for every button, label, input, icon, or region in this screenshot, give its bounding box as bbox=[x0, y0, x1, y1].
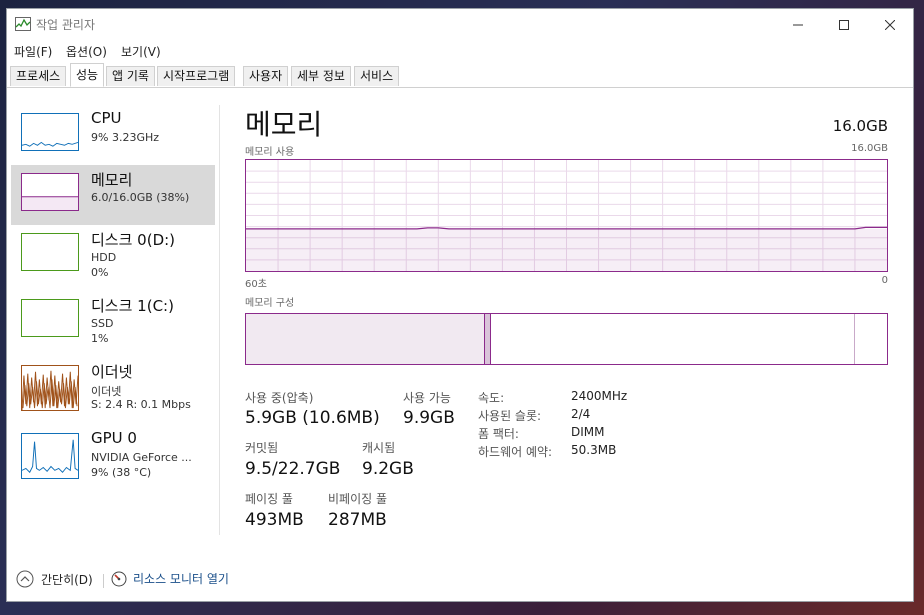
sidebar-gpu-usage: 9% (38 °C) bbox=[91, 466, 152, 479]
sidebar-item-ethernet[interactable]: 이더넷 이더넷 S: 2.4 R: 0.1 Mbps bbox=[11, 357, 215, 417]
memory-usage-max: 16.0GB bbox=[851, 143, 888, 154]
sidebar-disk0-type: HDD bbox=[91, 251, 117, 264]
available-label: 사용 가능 bbox=[403, 391, 451, 405]
sidebar-gpu-model: NVIDIA GeForce ... bbox=[91, 451, 192, 464]
sidebar-disk1-usage: 1% bbox=[91, 332, 109, 345]
maximize-button[interactable] bbox=[821, 9, 867, 41]
tab-processes[interactable]: 프로세스 bbox=[10, 66, 67, 86]
disk1-thumbnail-graph bbox=[21, 299, 79, 337]
footer-separator bbox=[103, 574, 104, 588]
sidebar-ethernet-adapter: 이더넷 bbox=[91, 385, 122, 398]
close-button[interactable] bbox=[867, 9, 913, 41]
window-title: 작업 관리자 bbox=[36, 18, 96, 32]
nonpaged-pool-value: 287MB bbox=[328, 510, 387, 530]
available-value: 9.9GB bbox=[403, 408, 455, 428]
nonpaged-pool-label: 비페이징 풀 bbox=[328, 492, 388, 506]
tab-startup[interactable]: 시작프로그램 bbox=[157, 66, 236, 86]
tab-details[interactable]: 세부 정보 bbox=[291, 66, 351, 86]
menu-bar: 파일(F) 옵션(O) 보기(V) bbox=[7, 41, 913, 61]
sidebar-disk0-usage: 0% bbox=[91, 266, 109, 279]
sidebar-item-disk0[interactable]: 디스크 0(D:) HDD 0% bbox=[11, 225, 215, 285]
cpu-thumbnail-graph bbox=[21, 113, 79, 151]
memory-thumbnail-graph bbox=[21, 173, 79, 211]
sidebar-gpu-title: GPU 0 bbox=[91, 429, 137, 447]
slots-label: 사용된 슬롯: bbox=[478, 409, 542, 423]
ethernet-thumbnail-graph bbox=[21, 365, 79, 411]
memory-composition-label: 메모리 구성 bbox=[245, 298, 295, 309]
in-use-label: 사용 중(압축) bbox=[245, 391, 314, 405]
in-use-value: 5.9GB (10.6MB) bbox=[245, 408, 380, 428]
memory-usage-graph bbox=[245, 159, 888, 272]
composition-divider-modified bbox=[490, 314, 491, 364]
gpu-thumbnail-graph bbox=[21, 433, 79, 479]
speed-value: 2400MHz bbox=[571, 389, 628, 403]
hardware-reserved-value: 50.3MB bbox=[571, 443, 617, 457]
menu-view[interactable]: 보기(V) bbox=[121, 43, 161, 60]
menu-file[interactable]: 파일(F) bbox=[14, 43, 52, 60]
committed-label: 커밋됨 bbox=[245, 441, 279, 455]
memory-usage-label: 메모리 사용 bbox=[245, 147, 295, 158]
collapse-label: 간단히(D) bbox=[41, 572, 93, 587]
paged-pool-value: 493MB bbox=[245, 510, 304, 530]
sidebar-item-memory[interactable]: 메모리 6.0/16.0GB (38%) bbox=[11, 165, 215, 225]
cached-label: 캐시됨 bbox=[362, 441, 396, 455]
menu-options[interactable]: 옵션(O) bbox=[66, 43, 107, 60]
task-manager-window: 작업 관리자 파일(F) 옵션(O) 보기(V) 프로세스 성능 앱 기록 시작… bbox=[6, 8, 914, 602]
maximize-icon bbox=[839, 20, 849, 30]
task-manager-app-icon bbox=[15, 17, 31, 31]
sidebar-disk1-title: 디스크 1(C:) bbox=[91, 297, 174, 315]
open-resource-monitor-link[interactable]: 리소스 모니터 열기 bbox=[111, 570, 229, 587]
sidebar-memory-detail: 6.0/16.0GB (38%) bbox=[91, 191, 190, 204]
memory-total: 16.0GB bbox=[832, 117, 888, 135]
sidebar-memory-title: 메모리 bbox=[91, 171, 133, 189]
tab-performance[interactable]: 성능 bbox=[70, 63, 105, 87]
sidebar-item-disk1[interactable]: 디스크 1(C:) SSD 1% bbox=[11, 291, 215, 351]
paged-pool-label: 페이징 풀 bbox=[245, 492, 293, 506]
composition-in-use bbox=[246, 314, 484, 364]
collapse-button[interactable]: 간단히(D) bbox=[16, 570, 93, 588]
tab-services[interactable]: 서비스 bbox=[354, 66, 400, 86]
sidebar-item-cpu[interactable]: CPU 9% 3.23GHz bbox=[11, 105, 215, 165]
sidebar-ethernet-title: 이더넷 bbox=[91, 363, 133, 381]
memory-composition-bar bbox=[245, 313, 888, 365]
tab-users[interactable]: 사용자 bbox=[243, 66, 289, 86]
speed-label: 속도: bbox=[478, 391, 505, 405]
sidebar-disk1-type: SSD bbox=[91, 317, 114, 330]
sidebar-cpu-title: CPU bbox=[91, 109, 122, 127]
graph-time-end: 0 bbox=[881, 275, 888, 286]
usage-area bbox=[246, 228, 887, 271]
sidebar-item-gpu[interactable]: GPU 0 NVIDIA GeForce ... 9% (38 °C) bbox=[11, 425, 215, 485]
committed-value: 9.5/22.7GB bbox=[245, 459, 341, 479]
minimize-button[interactable] bbox=[775, 9, 821, 41]
sidebar-disk0-title: 디스크 0(D:) bbox=[91, 231, 176, 249]
disk0-thumbnail-graph bbox=[21, 233, 79, 271]
resource-monitor-icon bbox=[111, 571, 127, 586]
resource-monitor-label: 리소스 모니터 열기 bbox=[133, 572, 229, 586]
footer-bar: 간단히(D) 리소스 모니터 열기 bbox=[7, 561, 913, 601]
slots-value: 2/4 bbox=[571, 407, 591, 421]
graph-time-start: 60초 bbox=[245, 279, 267, 290]
page-title: 메모리 bbox=[245, 108, 323, 141]
pane-divider bbox=[219, 105, 220, 535]
sidebar-cpu-detail: 9% 3.23GHz bbox=[91, 131, 160, 144]
chevron-up-icon bbox=[16, 570, 34, 588]
tab-app-history[interactable]: 앱 기록 bbox=[106, 66, 155, 86]
form-factor-value: DIMM bbox=[571, 425, 605, 439]
hardware-reserved-label: 하드웨어 예약: bbox=[478, 445, 553, 459]
resource-sidebar: CPU 9% 3.23GHz 메모리 6.0/16.0GB (38%) 디스크 … bbox=[7, 95, 219, 550]
minimize-icon bbox=[793, 24, 803, 26]
title-bar: 작업 관리자 bbox=[7, 9, 913, 41]
form-factor-label: 폼 팩터: bbox=[478, 427, 519, 441]
sidebar-ethernet-throughput: S: 2.4 R: 0.1 Mbps bbox=[91, 398, 191, 411]
close-icon bbox=[885, 20, 895, 30]
cached-value: 9.2GB bbox=[362, 459, 414, 479]
tab-bar: 프로세스 성능 앱 기록 시작프로그램 사용자 세부 정보 서비스 bbox=[7, 63, 913, 88]
composition-divider-standby bbox=[854, 314, 855, 364]
